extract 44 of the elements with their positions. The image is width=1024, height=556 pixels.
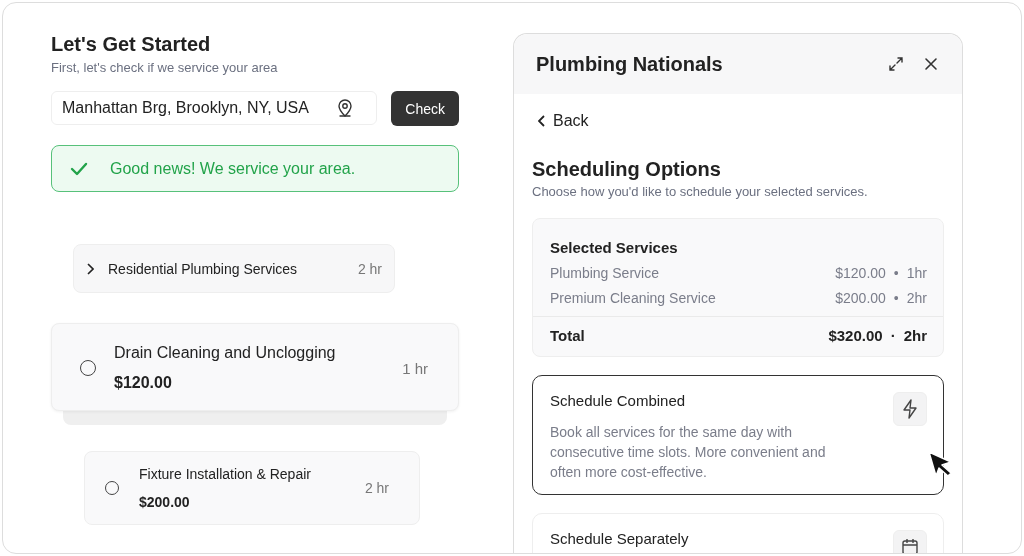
service-name: Premium Cleaning Service [550, 290, 716, 306]
service-name: Fixture Installation & Repair [139, 466, 312, 482]
option-description: Book all services for the same day with consecutive time slots. More convenient and often more cost-effective. [550, 423, 827, 482]
separator-dot: · [890, 327, 896, 344]
page-title: Let's Get Started [51, 33, 212, 56]
lightning-icon [893, 392, 927, 426]
chevron-left-icon [538, 115, 546, 127]
service-name: Drain Cleaning and Unclogging [114, 344, 337, 362]
service-name: Plumbing Service [550, 265, 659, 281]
schedule-option-card[interactable]: Schedule Combined Book all services for the same day with consecutive time slots. More convenient and often more cost-effective. [532, 375, 944, 495]
service-duration: 2 hr [357, 260, 382, 277]
service-card[interactable]: Drain Cleaning and Unclogging $120.00 1 hr [51, 323, 459, 411]
total-price: $320.00 [828, 327, 883, 344]
page-subtitle: First, let's check if we service your area [51, 60, 279, 75]
service-category[interactable]: Residential Plumbing Services 2 hr [73, 244, 395, 293]
address-field[interactable]: Manhattan Brg, Brooklyn, NY, USA [51, 91, 378, 125]
separator-dot: • [893, 290, 899, 306]
check-button[interactable]: Check [391, 91, 459, 126]
service-price: $120.00 [114, 374, 173, 392]
service-duration: 2hr [906, 290, 927, 306]
service-price: $200.00 [139, 494, 191, 510]
total-label: Total [550, 327, 585, 344]
panel-title: Plumbing Nationals [536, 52, 724, 76]
total-duration: 2hr [903, 327, 927, 344]
service-duration: 2 hr [364, 480, 389, 496]
expand-icon[interactable] [888, 56, 904, 72]
location-pin-icon[interactable] [336, 98, 355, 118]
service-price: $200.00 [835, 290, 886, 306]
service-duration: 1hr [906, 265, 927, 281]
option-title: Schedule Separately [550, 530, 689, 547]
separator-dot: • [893, 265, 899, 281]
status-message: Good news! We service your area. [110, 159, 356, 178]
section-subtitle: Choose how you'd like to schedule your selected services. [532, 184, 869, 199]
close-icon[interactable] [924, 57, 938, 71]
back-link[interactable]: Back [538, 112, 589, 130]
schedule-option-card[interactable]: Schedule Separately [532, 513, 944, 553]
service-duration: 1 hr [402, 359, 428, 377]
service-card[interactable]: Fixture Installation & Repair $200.00 2 hr [84, 451, 420, 525]
service-price: $120.00 [835, 265, 886, 281]
summary-title: Selected Services [550, 239, 679, 256]
option-title: Schedule Combined [550, 392, 686, 409]
checkmark-icon [70, 161, 88, 176]
section-heading: Scheduling Options [532, 158, 722, 181]
category-name: Residential Plumbing Services [108, 260, 299, 277]
